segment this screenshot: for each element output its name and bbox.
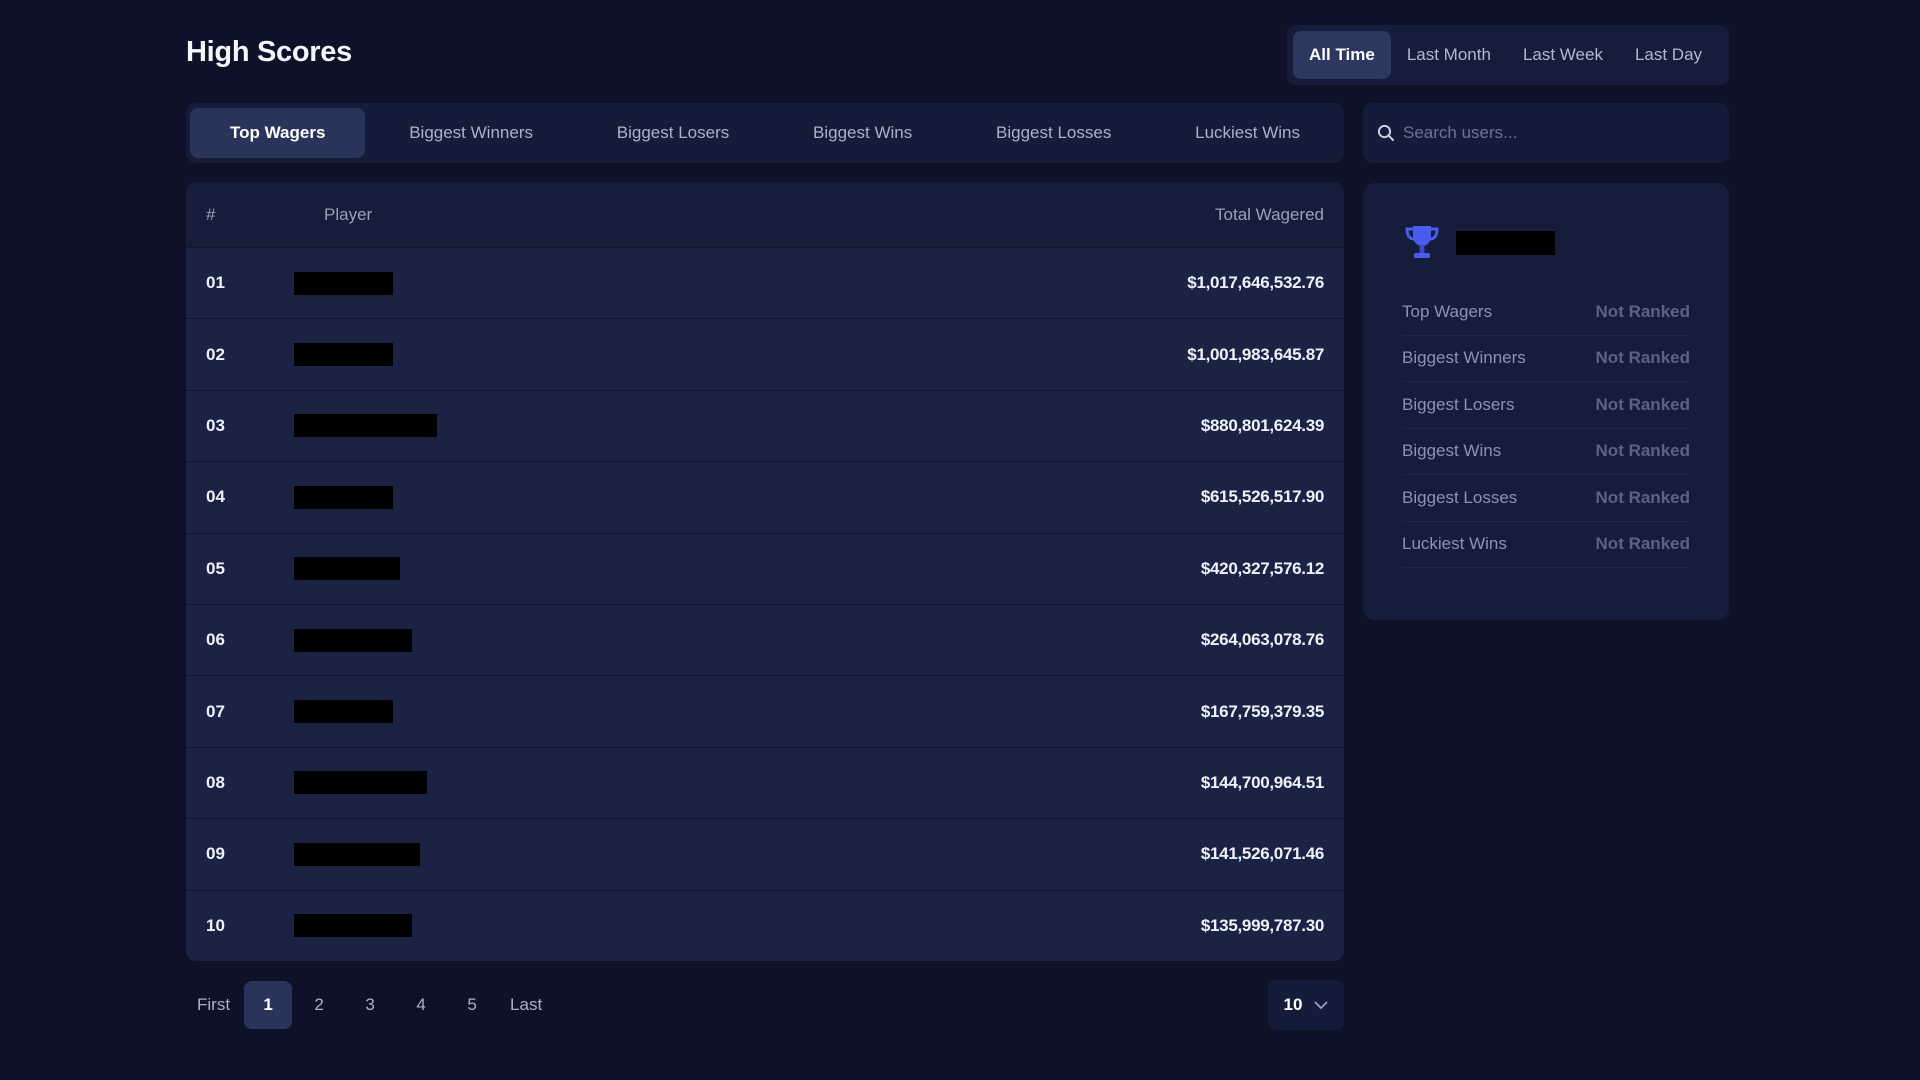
column-player: Player [324,204,373,224]
rank-stat-label: Biggest Losers [1402,394,1515,414]
rank-stat-row: Top Wagers Not Ranked [1402,289,1690,336]
redacted-player-name [294,842,420,866]
rank-stat-row: Biggest Winners Not Ranked [1402,336,1690,382]
tab-biggest-losers[interactable]: Biggest Losers [577,108,769,158]
pagination: First 1 2 3 4 5 Last [186,980,556,1030]
row-rank: 10 [206,915,225,935]
row-rank: 04 [206,487,225,507]
row-amount: $420,327,576.12 [1200,558,1324,578]
row-rank: 06 [206,630,225,650]
tab-top-wagers[interactable]: Top Wagers [190,108,366,158]
per-page-select[interactable]: 10 [1268,980,1344,1030]
chevron-down-icon [1315,1001,1328,1009]
redacted-player-name [294,914,412,938]
row-amount: $880,801,624.39 [1200,415,1324,435]
page-4-button[interactable]: 4 [397,981,445,1029]
page-2-button[interactable]: 2 [295,981,343,1029]
column-total-wagered: Total Wagered [1215,204,1324,224]
row-rank: 08 [206,772,225,792]
rank-stat-value: Not Ranked [1595,534,1690,554]
row-rank: 01 [206,273,225,293]
table-row[interactable]: 09 $141,526,071.46 [186,818,1344,890]
rank-stat-value: Not Ranked [1595,394,1690,414]
tab-luckiest-wins[interactable]: Luckiest Wins [1155,108,1340,158]
tab-biggest-wins[interactable]: Biggest Wins [773,108,952,158]
column-rank: # [206,204,216,224]
page-last-button[interactable]: Last [499,981,553,1029]
redacted-player-name [294,771,427,795]
rank-stat-label: Biggest Winners [1402,348,1526,368]
table-row[interactable]: 08 $144,700,964.51 [186,746,1344,819]
redacted-player-name [294,485,393,509]
period-last-day[interactable]: Last Day [1619,31,1718,79]
rank-stat-label: Top Wagers [1402,301,1493,321]
row-amount: $167,759,379.35 [1200,701,1324,721]
row-rank: 03 [206,415,225,435]
page-title: High Scores [186,36,352,68]
page-1-button[interactable]: 1 [244,981,293,1029]
rank-stat-value: Not Ranked [1595,301,1690,321]
redacted-player-name [294,557,400,581]
rank-stat-row: Biggest Wins Not Ranked [1402,429,1690,475]
rank-stat-row: Biggest Losses Not Ranked [1402,475,1690,522]
page-first-button[interactable]: First [186,981,241,1029]
period-last-month[interactable]: Last Month [1391,31,1507,79]
row-amount: $144,700,964.51 [1200,772,1324,792]
rank-stat-value: Not Ranked [1595,348,1690,368]
table-row[interactable]: 05 $420,327,576.12 [186,532,1344,604]
high-scores-page: High Scores All Time Last Month Last Wee… [0,0,1920,1080]
row-rank: 07 [206,701,225,721]
rank-stat-value: Not Ranked [1595,487,1690,507]
search-box [1363,103,1729,163]
leaderboard-table: # Player Total Wagered 01 $1,017,646,532… [186,182,1344,961]
period-last-week[interactable]: Last Week [1507,31,1619,79]
period-all-time[interactable]: All Time [1293,31,1391,79]
period-switcher: All Time Last Month Last Week Last Day [1287,25,1729,85]
row-amount: $264,063,078.76 [1200,630,1324,650]
row-rank: 05 [206,558,225,578]
trophy-icon [1405,226,1439,258]
table-row[interactable]: 10 $135,999,787.30 [186,889,1344,961]
redacted-player-name [294,271,393,295]
redacted-player-name [294,414,437,438]
row-amount: $141,526,071.46 [1200,844,1324,864]
redacted-player-name [294,628,412,652]
rank-stat-row: Luckiest Wins Not Ranked [1402,522,1690,568]
page-5-button[interactable]: 5 [448,981,496,1029]
table-row[interactable]: 01 $1,017,646,532.76 [186,247,1344,319]
row-amount: $1,017,646,532.76 [1187,273,1324,293]
rank-stat-label: Biggest Wins [1402,441,1502,461]
search-input[interactable] [1403,123,1715,143]
category-tabs: Top Wagers Biggest Winners Biggest Loser… [186,103,1344,163]
row-amount: $615,526,517.90 [1200,487,1324,507]
table-row[interactable]: 03 $880,801,624.39 [186,389,1344,462]
tab-biggest-losses[interactable]: Biggest Losses [956,108,1151,158]
rank-stat-value: Not Ranked [1595,441,1690,461]
table-row[interactable]: 04 $615,526,517.90 [186,461,1344,533]
user-rank-card: Top Wagers Not Ranked Biggest Winners No… [1363,183,1729,620]
redacted-username [1456,231,1555,255]
rank-card-header [1402,221,1690,265]
table-header: # Player Total Wagered [186,182,1344,247]
tab-biggest-winners[interactable]: Biggest Winners [369,108,573,158]
row-amount: $1,001,983,645.87 [1187,344,1324,364]
rank-stat-label: Luckiest Wins [1402,534,1507,554]
rank-stat-label: Biggest Losses [1402,487,1518,507]
row-amount: $135,999,787.30 [1200,915,1324,935]
rank-stat-row: Biggest Losers Not Ranked [1402,382,1690,429]
table-row[interactable]: 07 $167,759,379.35 [186,675,1344,747]
table-row[interactable]: 02 $1,001,983,645.87 [186,318,1344,390]
per-page-value: 10 [1283,995,1303,1014]
page-3-button[interactable]: 3 [346,981,394,1029]
row-rank: 02 [206,344,225,364]
redacted-player-name [294,700,393,724]
search-icon [1377,124,1394,141]
redacted-player-name [294,343,393,367]
row-rank: 09 [206,844,225,864]
table-row[interactable]: 06 $264,063,078.76 [186,603,1344,676]
